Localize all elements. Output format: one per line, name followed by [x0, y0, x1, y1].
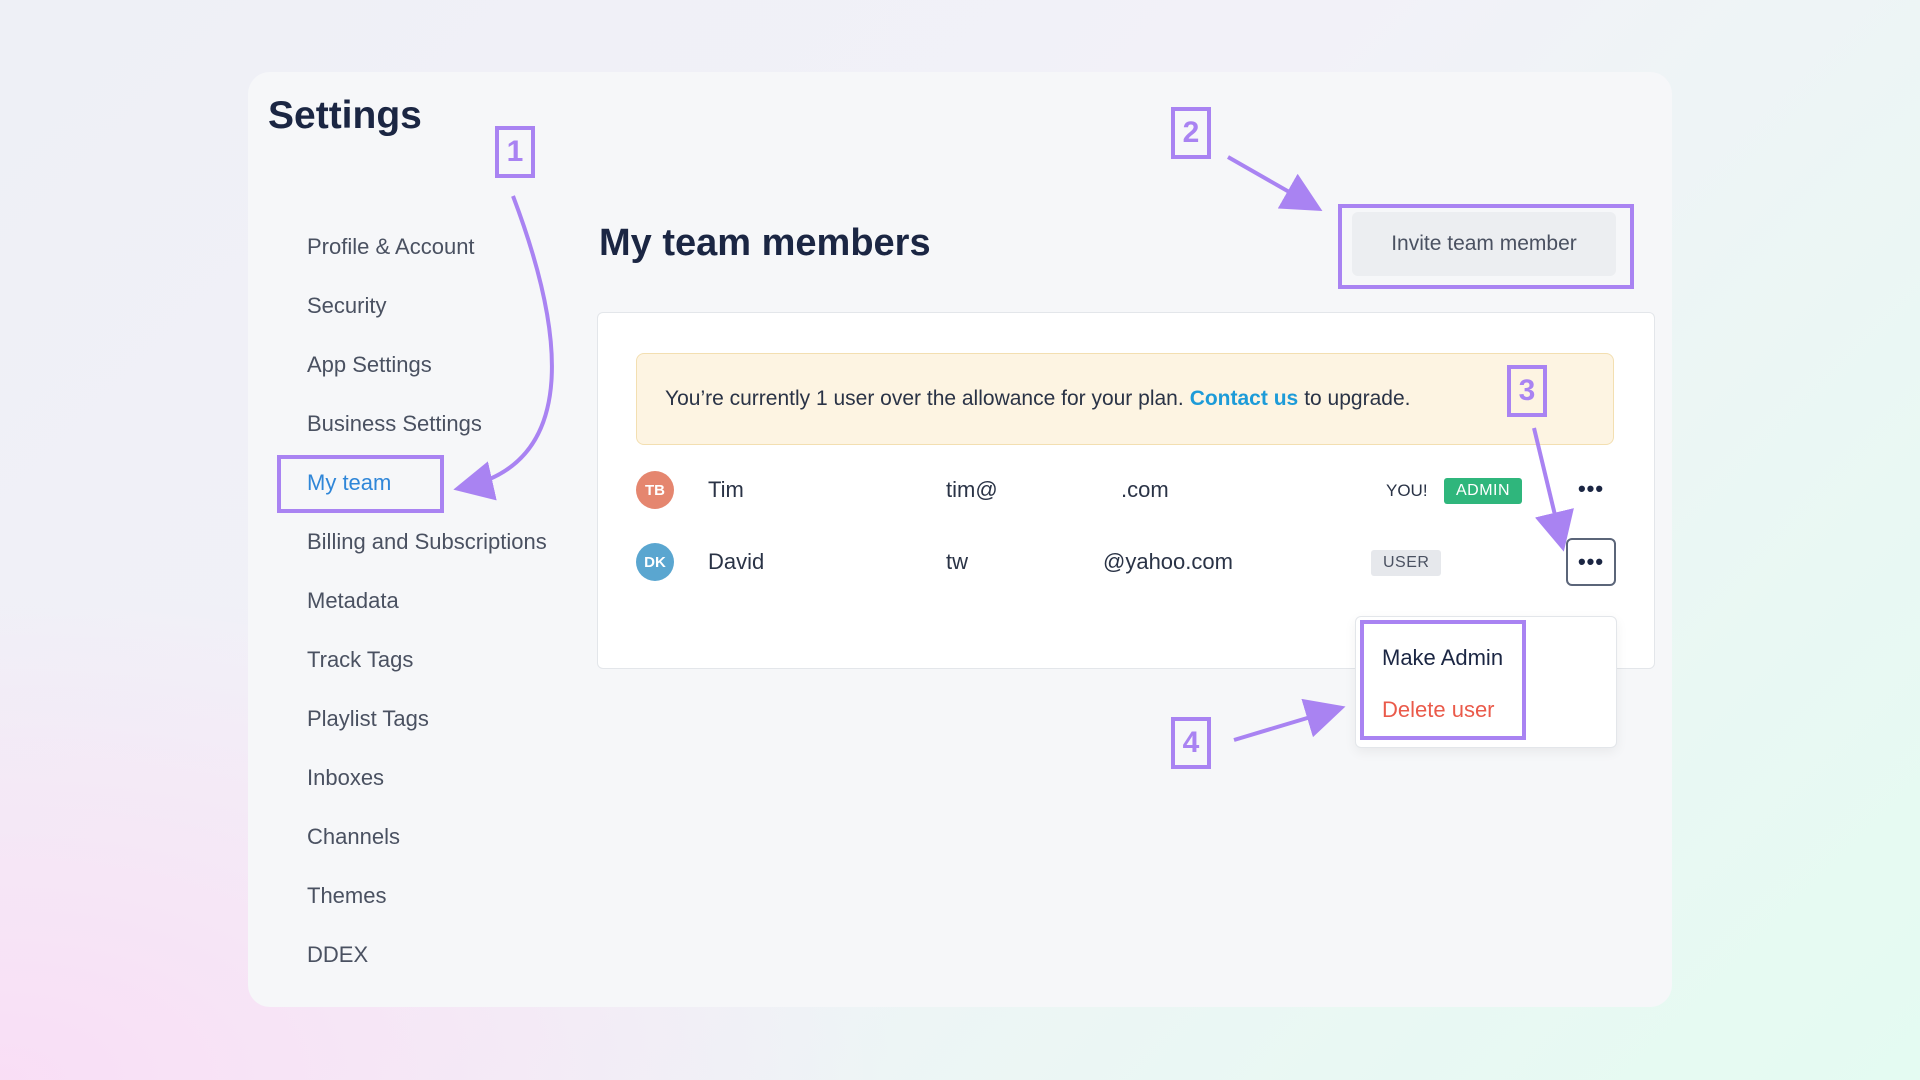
arrow-4	[1233, 698, 1346, 742]
arrow-2	[1227, 155, 1323, 211]
arrow-3	[1532, 427, 1574, 552]
arrow-1	[453, 195, 554, 501]
annotation-arrows	[453, 155, 1574, 742]
